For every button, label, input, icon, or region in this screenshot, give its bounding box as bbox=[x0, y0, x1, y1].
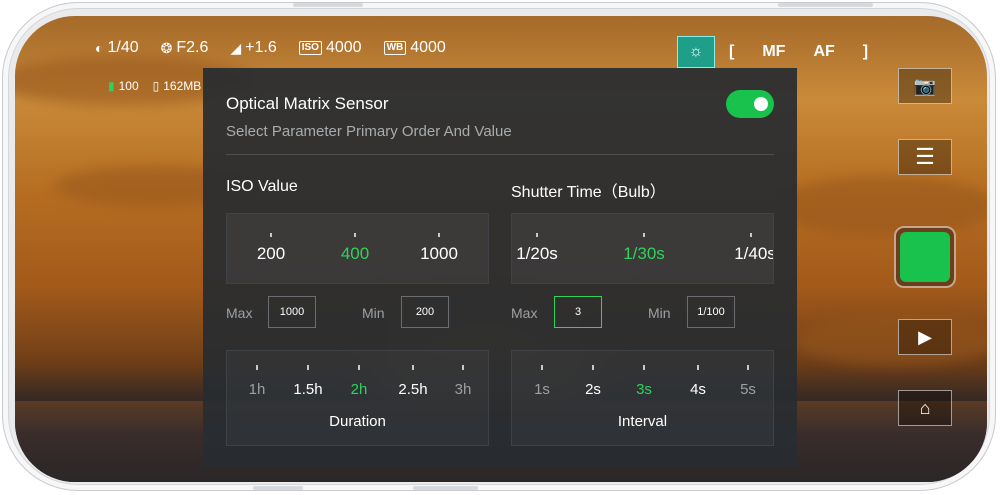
picker-tick bbox=[536, 233, 538, 237]
wb-tag: WB bbox=[383, 41, 407, 55]
exposure-readout[interactable]: ◢ +1.6 bbox=[230, 39, 276, 57]
home-icon: ⌂ bbox=[919, 397, 931, 418]
interval-dial[interactable]: 1s 2s 3s 4s 5s Interval bbox=[511, 350, 774, 446]
focus-af-button[interactable]: AF bbox=[813, 43, 834, 61]
interval-option[interactable]: 5s bbox=[740, 381, 756, 398]
aperture-readout[interactable]: ❂ F2.6 bbox=[161, 39, 209, 57]
shutter-picker[interactable]: 1/20s 1/30s 1/40s bbox=[511, 213, 774, 284]
dial-tick bbox=[256, 365, 258, 370]
shutter-value: 1/40 bbox=[107, 39, 139, 56]
focus-mode-selector: [ MF AF ] bbox=[729, 43, 868, 61]
picker-tick bbox=[354, 233, 356, 237]
playback-button[interactable]: ▶ bbox=[898, 319, 952, 355]
dial-tick bbox=[412, 365, 414, 370]
interval-option[interactable]: 4s bbox=[690, 381, 706, 398]
dial-tick bbox=[462, 365, 464, 370]
interval-caption: Interval bbox=[617, 413, 668, 430]
dial-tick bbox=[358, 365, 360, 370]
iso-section-label: ISO Value bbox=[226, 178, 298, 195]
shutter-max-input[interactable]: 3 bbox=[554, 296, 602, 328]
picker-tick bbox=[643, 233, 645, 237]
shutter-readout[interactable]: ◐ 1/40 bbox=[95, 39, 139, 57]
dial-tick bbox=[541, 365, 543, 370]
duration-option-selected[interactable]: 2h bbox=[351, 381, 368, 398]
duration-dial[interactable]: 1h 1.5h 2h 2.5h 3h Duration bbox=[226, 350, 489, 446]
exposure-icon: ◢ bbox=[230, 39, 242, 56]
duration-option[interactable]: 3h bbox=[455, 381, 472, 398]
side-button bbox=[253, 486, 303, 490]
sd-card-icon: ▯ bbox=[152, 79, 160, 93]
shutter-button-core bbox=[900, 232, 950, 282]
aperture-icon: ❂ bbox=[160, 39, 173, 56]
battery-level: 100 bbox=[118, 79, 139, 93]
picker-tick bbox=[270, 233, 272, 237]
picker-tick bbox=[750, 233, 752, 237]
sky-cloud bbox=[795, 316, 987, 366]
dial-tick bbox=[643, 365, 645, 370]
iso-max-label: Max bbox=[226, 305, 253, 321]
iso-min-input[interactable]: 200 bbox=[401, 296, 449, 328]
sensor-toggle[interactable] bbox=[726, 90, 774, 118]
camera-switch-button[interactable]: 📷 bbox=[898, 68, 952, 104]
shutter-speed-icon: ◐ bbox=[95, 40, 104, 56]
shutter-option-selected[interactable]: 1/30s bbox=[623, 244, 665, 264]
interval-option-selected[interactable]: 3s bbox=[636, 381, 652, 398]
power-button bbox=[778, 3, 873, 7]
duration-caption: Duration bbox=[329, 413, 386, 430]
duration-option[interactable]: 1.5h bbox=[293, 381, 322, 398]
storage-remaining: 162MB bbox=[163, 79, 202, 93]
iso-value: 4000 bbox=[325, 39, 362, 56]
iso-max-input[interactable]: 1000 bbox=[268, 296, 316, 328]
status-bar: ◐ 1/40 ❂ F2.6 ◢ +1.6 ISO 4000 WB 4000 bbox=[95, 38, 446, 58]
dial-tick bbox=[697, 365, 699, 370]
divider bbox=[226, 154, 774, 155]
mode-icon[interactable]: ☼ bbox=[677, 36, 715, 68]
play-icon: ▶ bbox=[918, 326, 932, 347]
sky-cloud bbox=[775, 176, 987, 236]
dial-tick bbox=[592, 365, 594, 370]
shutter-max-label: Max bbox=[511, 305, 538, 321]
shutter-option[interactable]: 1/20s bbox=[516, 244, 558, 264]
duration-option[interactable]: 1h bbox=[249, 381, 266, 398]
volume-button bbox=[293, 3, 363, 7]
shutter-button[interactable] bbox=[894, 226, 956, 288]
aperture-value: F2.6 bbox=[176, 39, 209, 56]
camera-switch-icon: 📷 bbox=[913, 75, 937, 96]
iso-tag: ISO bbox=[298, 41, 322, 55]
focus-mf-button[interactable]: MF bbox=[762, 43, 785, 61]
battery-icon: ▮ bbox=[108, 79, 115, 93]
dial-tick bbox=[747, 365, 749, 370]
optical-matrix-panel: Optical Matrix Sensor Select Parameter P… bbox=[203, 68, 797, 468]
shutter-option[interactable]: 1/40s bbox=[734, 244, 773, 264]
menu-button[interactable]: ☰ bbox=[898, 139, 952, 175]
panel-title: Optical Matrix Sensor bbox=[226, 94, 389, 113]
shutter-min-label: Min bbox=[648, 305, 671, 321]
menu-icon: ☰ bbox=[915, 144, 935, 169]
shutter-section-label: Shutter Time（Bulb） bbox=[511, 184, 666, 201]
iso-picker[interactable]: 200 400 1000 bbox=[226, 213, 489, 284]
duration-option[interactable]: 2.5h bbox=[398, 381, 427, 398]
device-status: ▮ 100 ▯ 162MB bbox=[108, 79, 201, 93]
iso-min-label: Min bbox=[362, 305, 385, 321]
picker-tick bbox=[438, 233, 440, 237]
iso-readout[interactable]: ISO 4000 bbox=[298, 39, 362, 57]
shutter-min-input[interactable]: 1/100 bbox=[687, 296, 735, 328]
focus-bracket-close: ] bbox=[862, 43, 869, 60]
focus-bracket-open: [ bbox=[729, 43, 735, 60]
interval-option[interactable]: 1s bbox=[534, 381, 550, 398]
iso-option[interactable]: 200 bbox=[257, 244, 285, 264]
side-button bbox=[413, 486, 478, 490]
wb-value: 4000 bbox=[410, 39, 446, 56]
interval-option[interactable]: 2s bbox=[585, 381, 601, 398]
iso-option-selected[interactable]: 400 bbox=[341, 244, 369, 264]
panel-subtitle: Select Parameter Primary Order And Value bbox=[226, 123, 512, 140]
home-button[interactable]: ⌂ bbox=[898, 390, 952, 426]
iso-option[interactable]: 1000 bbox=[420, 244, 458, 264]
wb-readout[interactable]: WB 4000 bbox=[383, 39, 446, 57]
dial-tick bbox=[307, 365, 309, 370]
exposure-value: +1.6 bbox=[245, 39, 277, 56]
